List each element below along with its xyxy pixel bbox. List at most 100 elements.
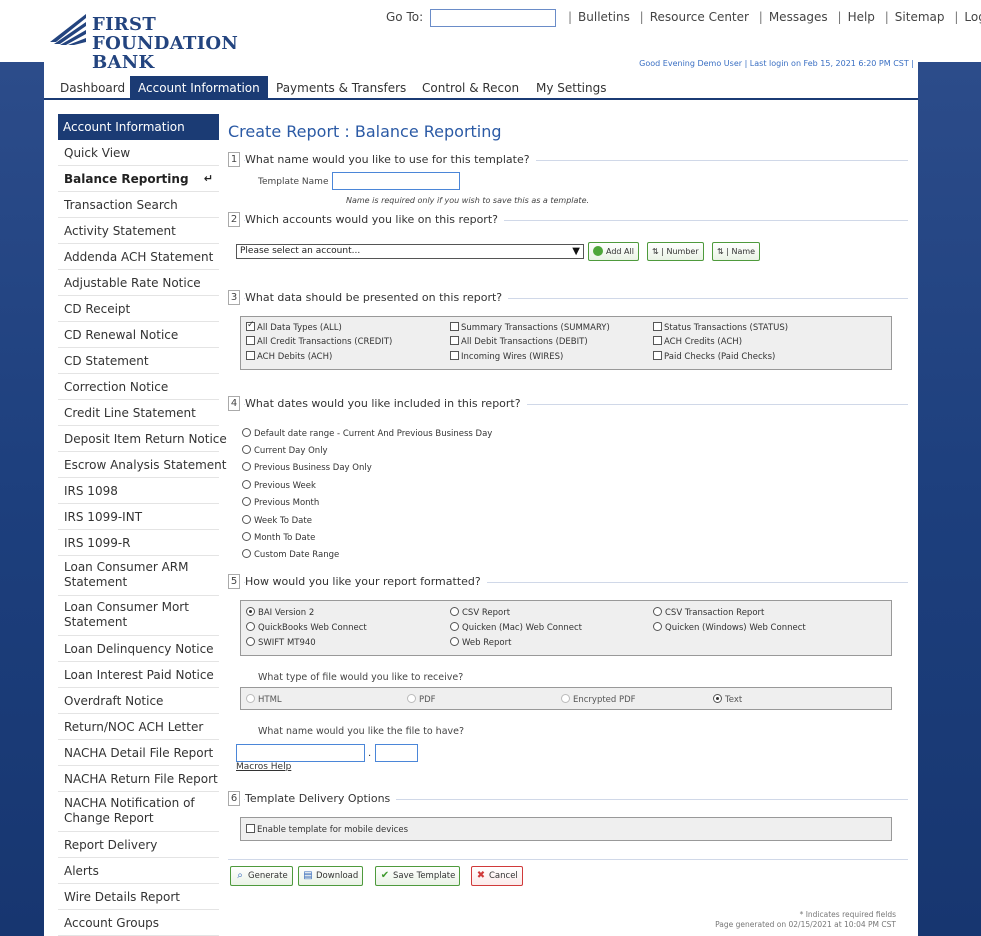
link-messages[interactable]: Messages: [769, 10, 828, 24]
filetype-pdf[interactable]: PDF: [407, 694, 436, 705]
radio[interactable]: [246, 607, 255, 616]
radio[interactable]: [242, 462, 251, 471]
opt-ach-credits[interactable]: ACH Credits (ACH): [653, 336, 742, 347]
sidebar-item-irs-1098[interactable]: IRS 1098: [58, 478, 219, 504]
date-opt-month-to-date[interactable]: Month To Date: [242, 532, 315, 543]
checkbox[interactable]: [246, 351, 255, 360]
sidebar-item-return-noc[interactable]: Return/NOC ACH Letter: [58, 714, 219, 740]
radio[interactable]: [450, 622, 459, 631]
sidebar-item-nacha-noc[interactable]: NACHA Notification of Change Report: [58, 792, 219, 832]
radio[interactable]: [653, 607, 662, 616]
sidebar-item-loan-interest-paid[interactable]: Loan Interest Paid Notice: [58, 662, 219, 688]
sidebar-item-report-delivery[interactable]: Report Delivery: [58, 832, 219, 858]
sidebar-item-adjustable-rate[interactable]: Adjustable Rate Notice: [58, 270, 219, 296]
radio[interactable]: [242, 532, 251, 541]
checkbox[interactable]: [246, 824, 255, 833]
radio[interactable]: [242, 549, 251, 558]
date-opt-current-day[interactable]: Current Day Only: [242, 445, 328, 456]
opt-credit[interactable]: All Credit Transactions (CREDIT): [246, 336, 392, 347]
generate-button[interactable]: ⌕ Generate: [230, 866, 293, 886]
sort-number-button[interactable]: ⇅ | Number: [647, 242, 704, 261]
date-opt-previous-business-day[interactable]: Previous Business Day Only: [242, 462, 372, 473]
file-extension-input[interactable]: [375, 744, 418, 762]
radio[interactable]: [653, 622, 662, 631]
checkbox[interactable]: [450, 336, 459, 345]
sidebar-item-activity-statement[interactable]: Activity Statement: [58, 218, 219, 244]
tab-payments-transfers[interactable]: Payments & Transfers: [268, 76, 414, 100]
format-quicken-mac[interactable]: Quicken (Mac) Web Connect: [450, 622, 582, 633]
template-name-input[interactable]: [332, 172, 460, 190]
radio[interactable]: [246, 694, 255, 703]
format-csv-transaction[interactable]: CSV Transaction Report: [653, 607, 764, 618]
format-web-report[interactable]: Web Report: [450, 637, 511, 648]
link-resource-center[interactable]: Resource Center: [650, 10, 749, 24]
radio[interactable]: [561, 694, 570, 703]
opt-status[interactable]: Status Transactions (STATUS): [653, 322, 788, 333]
opt-paid-checks[interactable]: Paid Checks (Paid Checks): [653, 351, 775, 362]
checkbox[interactable]: [653, 322, 662, 331]
sidebar-item-credit-line[interactable]: Credit Line Statement: [58, 400, 219, 426]
radio[interactable]: [246, 622, 255, 631]
sidebar-item-loan-consumer-arm[interactable]: Loan Consumer ARM Statement: [58, 556, 219, 596]
format-csv-report[interactable]: CSV Report: [450, 607, 510, 618]
opt-ach-debits[interactable]: ACH Debits (ACH): [246, 351, 332, 362]
sidebar-item-irs-1099-r[interactable]: IRS 1099-R: [58, 530, 219, 556]
sidebar-item-cd-receipt[interactable]: CD Receipt: [58, 296, 219, 322]
link-help[interactable]: Help: [848, 10, 875, 24]
add-all-button[interactable]: Add All: [588, 242, 639, 261]
date-opt-previous-week[interactable]: Previous Week: [242, 480, 316, 491]
sidebar-item-alerts[interactable]: Alerts: [58, 858, 219, 884]
radio[interactable]: [713, 694, 722, 703]
checkbox[interactable]: [450, 351, 459, 360]
filetype-encrypted-pdf[interactable]: Encrypted PDF: [561, 694, 636, 705]
checkbox[interactable]: [653, 351, 662, 360]
sidebar-item-quick-view[interactable]: Quick View: [58, 140, 219, 166]
opt-incoming-wires[interactable]: Incoming Wires (WIRES): [450, 351, 563, 362]
sidebar-item-wire-details[interactable]: Wire Details Report: [58, 884, 219, 910]
sidebar-item-loan-delinquency[interactable]: Loan Delinquency Notice: [58, 636, 219, 662]
opt-enable-mobile[interactable]: Enable template for mobile devices: [246, 824, 408, 835]
radio[interactable]: [407, 694, 416, 703]
link-bulletins[interactable]: Bulletins: [578, 10, 630, 24]
format-bai2[interactable]: BAI Version 2: [246, 607, 314, 618]
tab-control-recon[interactable]: Control & Recon: [414, 76, 527, 100]
checkbox[interactable]: [653, 336, 662, 345]
account-select[interactable]: Please select an account... ▼: [236, 244, 584, 259]
sidebar-item-nacha-return[interactable]: NACHA Return File Report: [58, 766, 219, 792]
sidebar-item-escrow-analysis[interactable]: Escrow Analysis Statement: [58, 452, 226, 478]
radio[interactable]: [246, 637, 255, 646]
sidebar-item-irs-1099-int[interactable]: IRS 1099-INT: [58, 504, 219, 530]
bank-logo[interactable]: FIRST FOUNDATION BANK: [48, 10, 288, 72]
sidebar-item-overdraft[interactable]: Overdraft Notice: [58, 688, 219, 714]
opt-all-data-types[interactable]: All Data Types (ALL): [246, 320, 342, 333]
sidebar-item-loan-consumer-mort[interactable]: Loan Consumer Mort Statement: [58, 596, 219, 636]
radio[interactable]: [242, 428, 251, 437]
format-quicken-windows[interactable]: Quicken (Windows) Web Connect: [653, 622, 806, 633]
date-opt-custom[interactable]: Custom Date Range: [242, 549, 339, 560]
tab-account-information[interactable]: Account Information: [130, 76, 268, 100]
date-opt-previous-month[interactable]: Previous Month: [242, 497, 319, 508]
radio[interactable]: [242, 480, 251, 489]
sidebar-item-nacha-detail[interactable]: NACHA Detail File Report: [58, 740, 219, 766]
macros-help-link[interactable]: Macros Help: [236, 762, 291, 772]
sidebar-item-account-groups[interactable]: Account Groups: [58, 910, 219, 936]
radio[interactable]: [242, 497, 251, 506]
sidebar-item-cd-statement[interactable]: CD Statement: [58, 348, 219, 374]
date-opt-default[interactable]: Default date range - Current And Previou…: [242, 428, 492, 439]
tab-my-settings[interactable]: My Settings: [528, 76, 615, 100]
radio[interactable]: [450, 637, 459, 646]
sidebar-item-cd-renewal[interactable]: CD Renewal Notice: [58, 322, 219, 348]
format-quickbooks[interactable]: QuickBooks Web Connect: [246, 622, 367, 633]
save-template-button[interactable]: ✔ Save Template: [375, 866, 461, 886]
opt-summary[interactable]: Summary Transactions (SUMMARY): [450, 322, 610, 333]
filetype-text[interactable]: Text: [713, 694, 742, 705]
sidebar-item-balance-reporting[interactable]: Balance Reporting ↵: [58, 166, 219, 192]
checkbox[interactable]: [246, 336, 255, 345]
tab-dashboard[interactable]: Dashboard: [52, 76, 133, 100]
radio[interactable]: [242, 515, 251, 524]
radio[interactable]: [450, 607, 459, 616]
date-opt-week-to-date[interactable]: Week To Date: [242, 515, 312, 526]
checkbox[interactable]: [246, 320, 255, 331]
opt-debit[interactable]: All Debit Transactions (DEBIT): [450, 336, 588, 347]
link-sitemap[interactable]: Sitemap: [895, 10, 945, 24]
